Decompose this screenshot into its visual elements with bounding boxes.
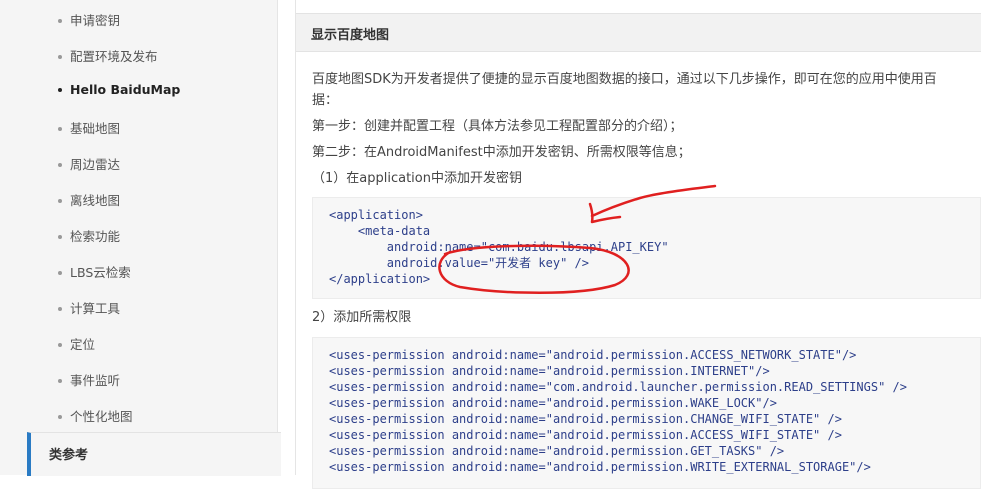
bullet-icon bbox=[58, 18, 62, 23]
sidebar-item-label: Hello BaiduMap bbox=[70, 82, 181, 97]
code-line: <application> bbox=[329, 208, 423, 222]
sidebar-item-label: 计算工具 bbox=[70, 301, 121, 316]
sidebar-item-label: 申请密钥 bbox=[70, 13, 121, 28]
sidebar-item-lbs-cloud[interactable]: LBS云检索 bbox=[58, 262, 131, 281]
code-line: android:name="com.baidu.lbsapi.API_KEY" bbox=[329, 240, 669, 254]
bullet-icon bbox=[58, 198, 62, 203]
sidebar-item-events[interactable]: 事件监听 bbox=[58, 370, 120, 389]
code-line: <uses-permission android:name="android.p… bbox=[329, 428, 842, 442]
sidebar-item-label: 离线地图 bbox=[70, 193, 121, 208]
sidebar-item-hello-baidumap[interactable]: Hello BaiduMap bbox=[58, 82, 180, 97]
page-title-bar: 显示百度地图 bbox=[296, 13, 981, 52]
sidebar-item-location[interactable]: 定位 bbox=[58, 334, 95, 353]
page-title: 显示百度地图 bbox=[311, 28, 390, 43]
code-block-application: <application> <meta-data android:name="c… bbox=[312, 197, 981, 299]
sidebar-item-label: 配置环境及发布 bbox=[70, 49, 158, 64]
bullet-icon bbox=[58, 414, 62, 419]
sidebar-item-label: 周边雷达 bbox=[70, 157, 121, 172]
code-line: <uses-permission android:name="android.p… bbox=[329, 460, 871, 474]
code-line: </application> bbox=[329, 272, 431, 286]
section-label: 类参考 bbox=[49, 448, 89, 463]
sidebar-item-basic-map[interactable]: 基础地图 bbox=[58, 118, 120, 137]
sidebar-item-label: 定位 bbox=[70, 337, 96, 352]
code-line: <uses-permission android:name="android.p… bbox=[329, 348, 857, 362]
step-2-sub2-text: 2）添加所需权限 bbox=[312, 310, 412, 325]
code-line: <uses-permission android:name="android.p… bbox=[329, 396, 777, 410]
bullet-icon bbox=[58, 162, 62, 167]
sidebar-item-label: LBS云检索 bbox=[70, 265, 131, 280]
code-line: <meta-data bbox=[329, 224, 431, 238]
bullet-icon bbox=[58, 234, 62, 239]
code-line: <uses-permission android:name="android.p… bbox=[329, 412, 842, 426]
bullet-icon bbox=[58, 54, 62, 59]
main-content: 显示百度地图 百度地图SDK为开发者提供了便捷的显示百度地图数据的接口，通过以下… bbox=[295, 0, 981, 489]
sidebar-item-radar[interactable]: 周边雷达 bbox=[58, 154, 120, 173]
bullet-icon bbox=[58, 306, 62, 311]
step-1-text: 第一步：创建并配置工程（具体方法参见工程配置部分的介绍）； bbox=[312, 119, 683, 134]
sidebar-nav: 申请密钥 配置环境及发布 Hello BaiduMap 基础地图 周边雷达 离线… bbox=[0, 0, 281, 476]
code-block-permissions: <uses-permission android:name="android.p… bbox=[312, 337, 981, 489]
code-line: <uses-permission android:name="android.p… bbox=[329, 364, 770, 378]
sidebar-item-offline-map[interactable]: 离线地图 bbox=[58, 190, 120, 209]
sidebar-item-label: 个性化地图 bbox=[70, 409, 133, 424]
bullet-icon bbox=[58, 378, 62, 383]
sidebar-item-label: 事件监听 bbox=[70, 373, 121, 388]
sidebar-item-label: 检索功能 bbox=[70, 229, 121, 244]
code-line: android:value="开发者 key" /> bbox=[329, 256, 589, 270]
sidebar-item-custom-map[interactable]: 个性化地图 bbox=[58, 406, 133, 425]
step-2-sub1-text: （1）在application中添加开发密钥 bbox=[312, 171, 522, 186]
bullet-icon bbox=[58, 342, 62, 347]
step-2-text: 第二步：在AndroidManifest中添加开发密钥、所需权限等信息； bbox=[312, 145, 691, 160]
sidebar-item-label: 基础地图 bbox=[70, 121, 121, 136]
sidebar-section-class-reference[interactable]: 类参考 bbox=[27, 432, 281, 476]
intro-text-cont: 据： bbox=[312, 93, 339, 108]
bullet-icon bbox=[58, 126, 62, 131]
sidebar-item-search[interactable]: 检索功能 bbox=[58, 226, 120, 245]
bullet-icon bbox=[58, 87, 62, 92]
sidebar-item-apply-key[interactable]: 申请密钥 bbox=[58, 10, 120, 29]
code-line: <uses-permission android:name="com.andro… bbox=[329, 380, 907, 394]
intro-text: 百度地图SDK为开发者提供了便捷的显示百度地图数据的接口，通过以下几步操作，即可… bbox=[312, 72, 937, 87]
sidebar-item-config-env[interactable]: 配置环境及发布 bbox=[58, 46, 158, 65]
code-line: <uses-permission android:name="android.p… bbox=[329, 444, 785, 458]
bullet-icon bbox=[58, 270, 62, 275]
sidebar-item-calc-tools[interactable]: 计算工具 bbox=[58, 298, 120, 317]
